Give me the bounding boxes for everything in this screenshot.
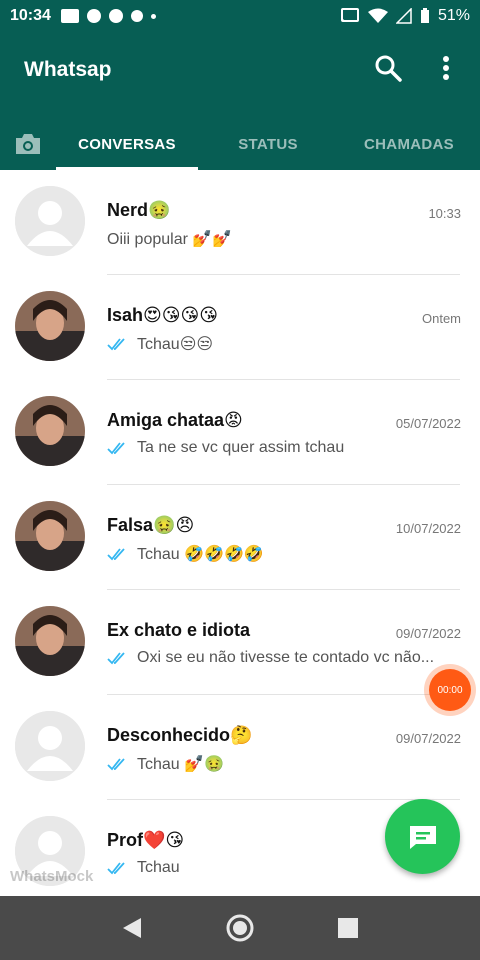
default-avatar-icon (15, 711, 85, 781)
more-notifications-dot (150, 13, 156, 19)
shield-icon (86, 9, 101, 23)
chat-preview: Tchau😒😒 (107, 334, 452, 354)
chat-row[interactable]: Desconhecido🤔 09/07/2022 Tchau 💅🤢 (0, 695, 480, 800)
signal-icon (395, 8, 412, 24)
app-bar: Whatsap CONVERSAS STATUS CHAMADAS (0, 32, 480, 170)
chat-name: Amiga chataa😡 (107, 410, 243, 430)
chat-time: 09/07/2022 (395, 731, 461, 746)
back-icon[interactable] (121, 916, 143, 940)
chat-time: 10:33 (428, 206, 461, 221)
message-icon (409, 825, 436, 849)
chat-name: Nerd🤢 (107, 200, 171, 220)
default-avatar-icon (15, 186, 85, 256)
chat-row[interactable]: Nerd🤢 10:33 Oiii popular 💅💅 (0, 170, 480, 275)
more-options-icon[interactable] (434, 54, 458, 82)
chat-name: Prof❤️😘 (107, 830, 185, 850)
chat-row[interactable]: Isah😍😘😘😘 Ontem Tchau😒😒 (0, 275, 480, 380)
chat-row[interactable]: Falsa🤢😠 10/07/2022 Tchau 🤣🤣🤣🤣 (0, 485, 480, 590)
read-ticks-icon (107, 338, 125, 351)
chat-message: Tchau 🤣🤣🤣🤣 (137, 546, 264, 563)
chat-message: Ta ne se vc quer assim tchau (137, 439, 345, 456)
chat-row[interactable]: Amiga chataa😡 05/07/2022 Ta ne se vc que… (0, 380, 480, 485)
tab-chamadas[interactable]: CHAMADAS (338, 118, 480, 170)
chat-time: 09/07/2022 (395, 626, 461, 641)
chat-list[interactable]: Nerd🤢 10:33 Oiii popular 💅💅 Isah😍😘😘😘 Ont… (0, 170, 480, 896)
chat-message: Tchau (137, 859, 180, 876)
chat-preview: Tchau 🤣🤣🤣🤣 (107, 544, 452, 564)
profile-photo-icon (15, 606, 85, 676)
read-ticks-icon (107, 758, 125, 771)
wifi-icon (367, 8, 388, 23)
chat-preview: Oxi se eu não tivesse te contado vc não.… (107, 649, 452, 667)
chat-time: 10/07/2022 (395, 521, 461, 536)
avatar[interactable] (15, 606, 85, 676)
cast-icon (340, 8, 359, 23)
recents-icon[interactable] (337, 917, 359, 939)
app-icon (108, 9, 123, 23)
battery-icon (420, 8, 429, 23)
tab-status[interactable]: STATUS (198, 118, 338, 170)
chat-message: Tchau 💅🤢 (137, 756, 224, 773)
camera-icon (16, 134, 40, 154)
new-chat-button[interactable] (385, 799, 460, 874)
chat-name: Isah😍😘😘😘 (107, 305, 219, 325)
profile-photo-icon (15, 396, 85, 466)
chat-message: Tchau😒😒 (137, 336, 214, 353)
tab-camera[interactable] (0, 118, 56, 170)
watermark: WhatsMock (10, 868, 94, 885)
chat-message: Oiii popular 💅💅 (107, 231, 233, 248)
chat-preview: Tchau 💅🤢 (107, 754, 452, 774)
chat-preview: Ta ne se vc quer assim tchau (107, 439, 452, 457)
status-time: 10:34 (10, 7, 51, 24)
avatar[interactable] (15, 396, 85, 466)
chat-row[interactable]: Ex chato e idiota 09/07/2022 Oxi se eu n… (0, 590, 480, 695)
battery-percent: 51% (437, 7, 470, 24)
avatar[interactable] (15, 501, 85, 571)
chat-message: Oxi se eu não tivesse te contado vc não.… (137, 649, 435, 666)
notification-icon (130, 10, 143, 22)
timer-label: 00:00 (429, 669, 471, 711)
youtube-icon (60, 9, 79, 23)
navigation-bar (0, 896, 480, 960)
status-bar: 10:34 51% (0, 0, 480, 32)
tab-bar: CONVERSAS STATUS CHAMADAS (0, 118, 480, 170)
chat-time: 05/07/2022 (395, 416, 461, 431)
avatar[interactable] (15, 291, 85, 361)
profile-photo-icon (15, 501, 85, 571)
read-ticks-icon (107, 442, 125, 455)
avatar[interactable] (15, 711, 85, 781)
avatar[interactable] (15, 186, 85, 256)
profile-photo-icon (15, 291, 85, 361)
chat-preview: Oiii popular 💅💅 (107, 229, 452, 249)
floating-timer[interactable]: 00:00 (424, 664, 476, 716)
app-title: Whatsap (24, 58, 112, 81)
read-ticks-icon (107, 548, 125, 561)
chat-name: Desconhecido🤔 (107, 725, 253, 745)
home-icon[interactable] (225, 913, 255, 943)
chat-name: Falsa🤢😠 (107, 515, 195, 535)
read-ticks-icon (107, 652, 125, 665)
tab-conversas[interactable]: CONVERSAS (56, 118, 198, 170)
read-ticks-icon (107, 862, 125, 875)
search-icon[interactable] (374, 54, 402, 82)
chat-name: Ex chato e idiota (107, 620, 251, 640)
chat-time: Ontem (421, 311, 461, 326)
